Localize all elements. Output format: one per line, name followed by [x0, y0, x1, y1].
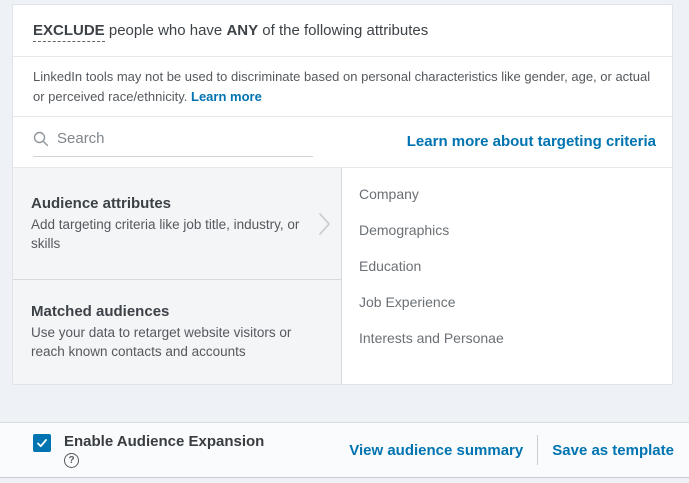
help-icon[interactable]: ?: [64, 452, 79, 468]
category-item-interests-personae[interactable]: Interests and Personae: [342, 320, 672, 356]
exclude-header: EXCLUDE people who have ANY of the follo…: [13, 5, 672, 57]
category-item-company[interactable]: Company: [342, 176, 672, 212]
disclaimer-text: LinkedIn tools may not be used to discri…: [33, 69, 651, 104]
panel-matched-audiences[interactable]: Matched audiences Use your data to retar…: [13, 280, 341, 384]
targeting-criteria-link[interactable]: Learn more about targeting criteria: [407, 133, 656, 150]
exclude-keyword: EXCLUDE: [33, 22, 105, 42]
audience-expansion-checkbox[interactable]: [33, 433, 51, 452]
vertical-divider: [537, 435, 539, 465]
audience-footer-bar: Enable Audience Expansion ? View audienc…: [0, 422, 689, 478]
audience-expansion-label: Enable Audience Expansion: [64, 432, 265, 450]
attribute-type-column: Audience attributes Add targeting criter…: [13, 168, 342, 384]
header-text-end: of the following attributes: [258, 22, 429, 39]
audience-targeting-card: EXCLUDE people who have ANY of the follo…: [12, 4, 673, 385]
label-stack: Enable Audience Expansion ?: [64, 433, 264, 468]
panel-title: Audience attributes: [31, 194, 172, 212]
checkmark-icon: [37, 438, 47, 447]
panel-title: Matched audiences: [31, 303, 170, 320]
footer-actions: View audience summary Save as template: [349, 435, 674, 465]
category-item-demographics[interactable]: Demographics: [342, 212, 672, 248]
category-item-job-experience[interactable]: Job Experience: [342, 284, 672, 320]
discrimination-disclaimer: LinkedIn tools may not be used to discri…: [13, 57, 672, 117]
category-item-education[interactable]: Education: [342, 248, 672, 284]
save-as-template-link[interactable]: Save as template: [552, 442, 674, 459]
view-audience-summary-link[interactable]: View audience summary: [349, 442, 523, 459]
learn-more-link[interactable]: Learn more: [191, 89, 262, 104]
panel-description: Add targeting criteria like job title, i…: [31, 216, 300, 251]
search-box[interactable]: [33, 130, 313, 157]
search-icon: [33, 131, 49, 146]
targeting-content: Audience attributes Add targeting criter…: [13, 168, 672, 384]
header-text-mid: people who have: [104, 22, 227, 39]
any-keyword: ANY: [226, 22, 259, 39]
search-row: Learn more about targeting criteria: [13, 117, 672, 168]
category-list: Company Demographics Education Job Exper…: [342, 168, 672, 384]
search-input[interactable]: [57, 130, 287, 147]
panel-description: Use your data to retarget website visito…: [31, 325, 292, 359]
chevron-right-icon: [319, 212, 330, 235]
panel-audience-attributes[interactable]: Audience attributes Add targeting criter…: [13, 168, 341, 280]
audience-expansion-control: Enable Audience Expansion ?: [33, 433, 264, 468]
